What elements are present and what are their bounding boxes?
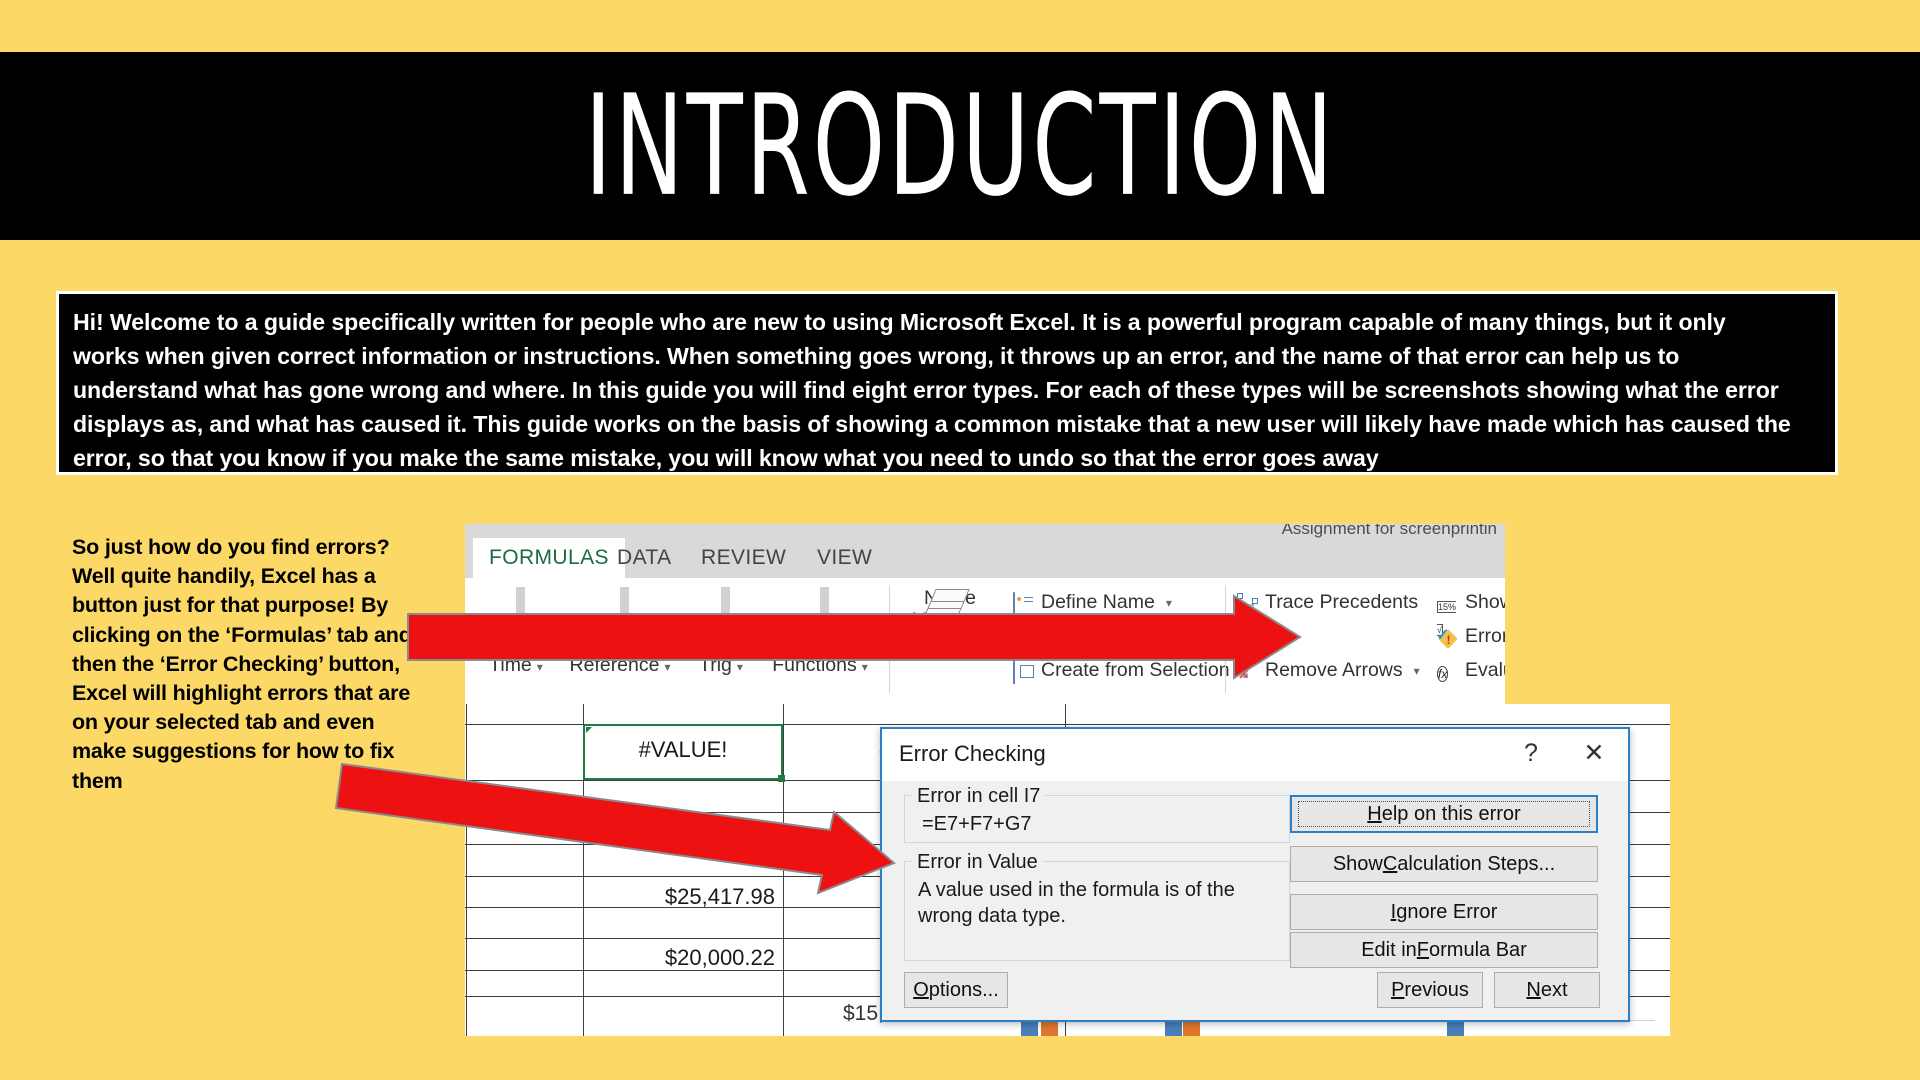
title-banner: INTRODUCTION — [0, 52, 1920, 240]
grid-column-line — [466, 704, 467, 1036]
date-time-label-2: Time — [489, 654, 532, 676]
error-checking-dialog[interactable]: Error Checking ? ✕ Error in cell I7 =E7+… — [880, 727, 1630, 1022]
ribbon-button-name-manager[interactable]: Name Manager — [901, 587, 999, 631]
lookup-label-2: Reference — [569, 654, 660, 676]
help-btn-rest: elp on this error — [1381, 802, 1521, 825]
ribbon-group-divider-2 — [1225, 585, 1226, 693]
trace-precedents-label: Trace Precedents — [1265, 591, 1419, 613]
next-btn-accel: N — [1526, 978, 1541, 1001]
remove-arrows-label: Remove Arrows — [1265, 659, 1403, 681]
error-checking-icon: ! ✓ — [1436, 627, 1459, 649]
ribbon-button-more-functions[interactable]: More Functions ▾ — [765, 587, 875, 678]
more-label-1: More — [797, 632, 843, 654]
define-name-label: Define Name — [1041, 591, 1155, 613]
show-calculation-steps-button[interactable]: Show Calculation Steps... — [1290, 846, 1598, 882]
ribbon-button-define-name[interactable]: Define Name ▾ — [1013, 591, 1172, 616]
ribbon-button-trace-precedents[interactable]: → Trace Precedents — [1237, 591, 1418, 614]
steps-btn-pre: Show — [1332, 852, 1383, 875]
date-time-label-1: Date & — [486, 632, 546, 654]
cell-amount-2[interactable]: $25,417.98 — [583, 884, 775, 910]
cell-value-error-1[interactable]: #VALUE! — [583, 737, 783, 763]
edit-btn-pre: Edit in — [1361, 938, 1417, 961]
create-from-selection-icon — [1013, 659, 1035, 684]
previous-button[interactable]: Previous — [1377, 972, 1483, 1008]
cell-amount-4[interactable]: $20,000.22 — [583, 945, 775, 971]
help-on-this-error-button[interactable]: Help on this error — [1290, 795, 1598, 833]
ribbon-button-math-trig[interactable]: Math & Trig ▾ — [681, 587, 761, 678]
dialog-title-bar: Error Checking ? ✕ — [882, 729, 1628, 781]
create-from-selection-label: Create from Selection — [1041, 659, 1230, 681]
workbook-name: Assignment for screenprintin — [1281, 524, 1497, 538]
cell-amount-1[interactable]: $22,847.63 — [583, 822, 775, 848]
close-icon[interactable]: ✕ — [1578, 739, 1610, 767]
excel-ribbon: Assignment for screenprintin FORMULAS DA… — [465, 524, 1505, 704]
steps-btn-post: alculation Steps... — [1397, 852, 1556, 875]
dialog-title: Error Checking — [899, 741, 1046, 766]
lookup-reference-icon — [599, 587, 648, 629]
ribbon-button-error-checking[interactable]: !✓ Error Checking ▾ — [1436, 625, 1505, 649]
error-value-legend: Error in Value — [912, 851, 1043, 874]
edit-btn-post: ormula Bar — [1429, 938, 1527, 961]
error-formula: =E7+F7+G7 — [922, 813, 1032, 835]
next-btn-rest: ext — [1540, 978, 1568, 1001]
evaluate-formula-icon: fx — [1437, 665, 1449, 682]
error-description: A value used in the formula is of the wr… — [918, 879, 1235, 927]
remove-arrows-icon: ↘ ✕ — [1237, 664, 1250, 682]
error-checking-label: Error Checking — [1465, 625, 1505, 647]
options-button[interactable]: Options... — [904, 972, 1008, 1008]
ribbon-button-evaluate-formula[interactable]: fx Evaluate Formula — [1437, 659, 1505, 682]
instruction-caption: So just how do you find errors? Well qui… — [72, 535, 412, 793]
steps-btn-accel: C — [1382, 852, 1398, 875]
options-btn-rest: ptions... — [928, 978, 999, 1001]
help-btn-accel: H — [1367, 802, 1382, 825]
ribbon-button-show-formulas[interactable]: 15%√ Show Formulas — [1437, 591, 1505, 636]
error-cell-legend: Error in cell I7 — [912, 785, 1046, 808]
page-title: INTRODUCTION — [584, 64, 1336, 228]
ignore-error-button[interactable]: Ignore Error — [1290, 894, 1598, 930]
ribbon-group-divider-1 — [889, 585, 890, 693]
ribbon-button-lookup-reference[interactable]: Lookup & Reference ▾ — [565, 587, 675, 678]
evaluate-formula-label: Evaluate Formula — [1465, 659, 1505, 681]
ignore-btn-rest: gnore Error — [1396, 900, 1498, 923]
more-label-2: Functions — [772, 654, 857, 676]
edit-in-formula-bar-button[interactable]: Edit in Formula Bar — [1290, 932, 1598, 968]
math-label-1: Math & — [690, 632, 752, 654]
options-btn-accel: O — [913, 978, 929, 1001]
math-trig-icon — [700, 587, 751, 629]
ribbon-top-strip: Assignment for screenprintin — [465, 524, 1505, 538]
tab-view[interactable]: VIEW — [817, 538, 872, 578]
tab-review[interactable]: REVIEW — [701, 538, 786, 578]
date-time-icon — [495, 587, 552, 629]
ribbon-tab-strip: FORMULAS DATA REVIEW VIEW — [465, 538, 1505, 578]
trace-precedents-icon: → — [1237, 592, 1259, 613]
tab-data[interactable]: DATA — [617, 538, 672, 578]
show-formulas-icon: 15% √ — [1437, 600, 1457, 636]
intro-paragraph-box: Hi! Welcome to a guide specifically writ… — [56, 291, 1838, 475]
help-icon[interactable]: ? — [1516, 739, 1546, 768]
intro-paragraph-text: Hi! Welcome to a guide specifically writ… — [73, 309, 1791, 471]
ribbon-button-create-from-selection[interactable]: Create from Selection — [1013, 659, 1230, 684]
ribbon-button-remove-arrows[interactable]: ↘ ✕ Remove Arrows ▾ — [1237, 659, 1420, 682]
more-functions-icon — [799, 587, 857, 629]
show-formulas-label: Show Formulas — [1465, 591, 1505, 613]
lookup-label-1: Lookup & — [578, 632, 662, 654]
math-label-2: Trig — [699, 654, 732, 676]
previous-btn-rest: revious — [1404, 978, 1469, 1001]
edit-btn-accel: F — [1416, 938, 1429, 961]
previous-btn-accel: P — [1391, 978, 1405, 1001]
ribbon-body: Date & Time ▾ Lookup & Reference ▾ Math … — [465, 578, 1505, 704]
tab-formulas[interactable]: FORMULAS — [473, 538, 625, 578]
next-button[interactable]: Next — [1494, 972, 1600, 1008]
define-name-icon — [1013, 591, 1035, 616]
ribbon-button-date-time[interactable]: Date & Time ▾ — [473, 587, 559, 678]
